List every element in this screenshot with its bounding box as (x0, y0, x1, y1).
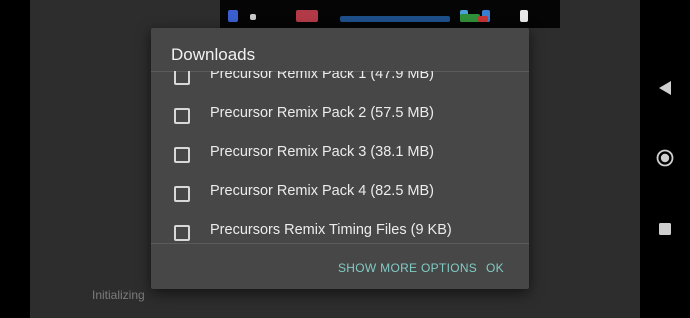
item-label: Precursor Remix Pack 2 (57.5 MB) (210, 105, 435, 121)
game-preview (220, 0, 560, 28)
checkbox[interactable] (174, 108, 190, 124)
back-icon (659, 81, 671, 95)
sprite-blue-bar (340, 16, 450, 22)
sprite-grey (250, 14, 256, 20)
item-label: Precursors Remix Timing Files (9 KB) (210, 222, 452, 238)
item-label: Precursor Remix Pack 4 (82.5 MB) (210, 183, 435, 199)
sprite-green (460, 14, 480, 22)
item-label: Precursor Remix Pack 3 (38.1 MB) (210, 144, 435, 160)
sprite-red-2 (478, 16, 488, 22)
recents-button[interactable] (650, 214, 680, 244)
bottom-divider (151, 243, 529, 244)
sprite-white (520, 10, 528, 22)
sprite-blue (228, 10, 238, 22)
home-button[interactable] (650, 143, 680, 173)
checkbox[interactable] (174, 186, 190, 202)
downloads-dialog: Downloads Precursor Remix Pack 1 (47.9 M… (151, 28, 529, 289)
list-item[interactable]: Precursor Remix Pack 2 (57.5 MB) (151, 96, 529, 135)
checkbox[interactable] (174, 71, 190, 85)
ok-button[interactable]: OK (486, 261, 504, 275)
list-item[interactable]: Precursor Remix Pack 3 (38.1 MB) (151, 135, 529, 174)
checkbox[interactable] (174, 147, 190, 163)
download-list[interactable]: Precursor Remix Pack 1 (47.9 MB) Precurs… (151, 71, 529, 243)
show-more-options-button[interactable]: SHOW MORE OPTIONS (338, 261, 477, 275)
navigation-bar (640, 0, 690, 318)
checkbox[interactable] (174, 225, 190, 241)
item-label: Precursor Remix Pack 1 (47.9 MB) (210, 71, 435, 82)
list-item[interactable]: Precursor Remix Pack 1 (47.9 MB) (151, 71, 529, 96)
list-item[interactable]: Precursors Remix Timing Files (9 KB) (151, 213, 529, 243)
recents-icon (659, 223, 671, 235)
back-button[interactable] (650, 73, 680, 103)
sprite-red (296, 10, 318, 22)
list-item[interactable]: Precursor Remix Pack 4 (82.5 MB) (151, 174, 529, 213)
home-icon (656, 149, 674, 167)
status-text: Initializing (92, 288, 145, 302)
dialog-title: Downloads (171, 45, 256, 64)
